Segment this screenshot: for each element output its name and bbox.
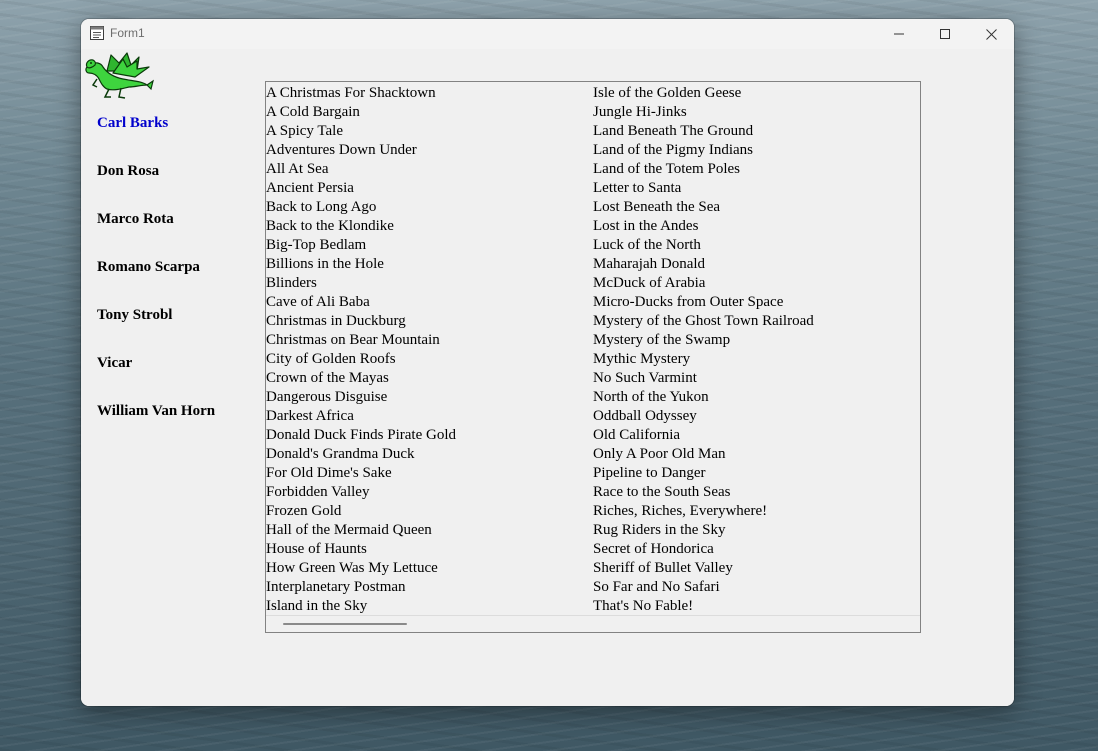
maximize-icon	[940, 29, 950, 39]
story-list-item[interactable]: Micro-Ducks from Outer Space	[593, 293, 920, 312]
minimize-icon	[894, 33, 904, 35]
author-link-carl-barks[interactable]: Carl Barks	[97, 114, 215, 162]
story-list-item[interactable]: Mystery of the Swamp	[593, 331, 920, 350]
story-list-item[interactable]: Donald Duck Finds Pirate Gold	[266, 426, 593, 445]
story-list-item[interactable]: Cave of Ali Baba	[266, 293, 593, 312]
author-link-romano-scarpa[interactable]: Romano Scarpa	[97, 258, 215, 306]
scrollbar-thumb[interactable]	[283, 623, 407, 625]
story-list-item[interactable]: Pipeline to Danger	[593, 464, 920, 483]
story-list-item[interactable]: Letter to Santa	[593, 179, 920, 198]
story-list-item[interactable]: Christmas on Bear Mountain	[266, 331, 593, 350]
story-list-item[interactable]: Billions in the Hole	[266, 255, 593, 274]
author-link-marco-rota[interactable]: Marco Rota	[97, 210, 215, 258]
story-list-item[interactable]: Back to the Klondike	[266, 217, 593, 236]
title-bar[interactable]: Form1	[81, 19, 1014, 49]
author-list: Carl Barks Don Rosa Marco Rota Romano Sc…	[97, 114, 215, 450]
story-list-item[interactable]: A Spicy Tale	[266, 122, 593, 141]
story-list-item[interactable]: Old California	[593, 426, 920, 445]
story-list-item[interactable]: Frozen Gold	[266, 502, 593, 521]
story-list-item[interactable]: Land Beneath The Ground	[593, 122, 920, 141]
story-list-item[interactable]: Island in the Sky	[266, 597, 593, 616]
author-link-william-van-horn[interactable]: William Van Horn	[97, 402, 215, 450]
story-list-item[interactable]: Isle of the Golden Geese	[593, 84, 920, 103]
story-column-2: Isle of the Golden Geese Jungle Hi-Jinks L…	[593, 84, 920, 616]
story-list-item[interactable]: Rug Riders in the Sky	[593, 521, 920, 540]
story-list-item[interactable]: Forbidden Valley	[266, 483, 593, 502]
story-list-item[interactable]: Interplanetary Postman	[266, 578, 593, 597]
window-title: Form1	[110, 26, 145, 40]
author-link-tony-strobl[interactable]: Tony Strobl	[97, 306, 215, 354]
story-list-item[interactable]: Only A Poor Old Man	[593, 445, 920, 464]
story-list-item[interactable]: Sheriff of Bullet Valley	[593, 559, 920, 578]
story-list-item[interactable]: No Such Varmint	[593, 369, 920, 388]
story-list-item[interactable]: Mythic Mystery	[593, 350, 920, 369]
story-list-item[interactable]: Oddball Odyssey	[593, 407, 920, 426]
story-list-item[interactable]: A Cold Bargain	[266, 103, 593, 122]
story-list-item[interactable]: City of Golden Roofs	[266, 350, 593, 369]
story-list-item[interactable]: Jungle Hi-Jinks	[593, 103, 920, 122]
story-list-item[interactable]: Mystery of the Ghost Town Railroad	[593, 312, 920, 331]
story-list-item[interactable]: Big-Top Bedlam	[266, 236, 593, 255]
close-icon	[985, 28, 997, 40]
story-list-item[interactable]: Riches, Riches, Everywhere!	[593, 502, 920, 521]
story-list-item[interactable]: Back to Long Ago	[266, 198, 593, 217]
story-column-1: A Christmas For Shacktown A Cold Bargain A…	[266, 84, 593, 616]
story-list-item[interactable]: So Far and No Safari	[593, 578, 920, 597]
story-listbox[interactable]: A Christmas For Shacktown A Cold Bargain A…	[265, 81, 921, 633]
author-link-vicar[interactable]: Vicar	[97, 354, 215, 402]
story-list-item[interactable]: Race to the South Seas	[593, 483, 920, 502]
maximize-button[interactable]	[922, 19, 968, 49]
story-list-item[interactable]: Luck of the North	[593, 236, 920, 255]
story-list-item[interactable]: Christmas in Duckburg	[266, 312, 593, 331]
story-list-item[interactable]: For Old Dime's Sake	[266, 464, 593, 483]
story-list-item[interactable]: Maharajah Donald	[593, 255, 920, 274]
story-list-item[interactable]: Lost Beneath the Sea	[593, 198, 920, 217]
story-list-item[interactable]: Dangerous Disguise	[266, 388, 593, 407]
form-window-icon	[89, 25, 105, 41]
story-list-item[interactable]: Land of the Totem Poles	[593, 160, 920, 179]
minimize-button[interactable]	[876, 19, 922, 49]
story-list-item[interactable]: Donald's Grandma Duck	[266, 445, 593, 464]
story-list-item[interactable]: Crown of the Mayas	[266, 369, 593, 388]
story-list-item[interactable]: A Christmas For Shacktown	[266, 84, 593, 103]
story-list-item[interactable]: All At Sea	[266, 160, 593, 179]
story-list-item[interactable]: How Green Was My Lettuce	[266, 559, 593, 578]
story-list-item[interactable]: That's No Fable!	[593, 597, 920, 616]
story-list-item[interactable]: Secret of Hondorica	[593, 540, 920, 559]
green-dragon-icon	[83, 51, 155, 103]
story-list-item[interactable]: Ancient Persia	[266, 179, 593, 198]
story-list-item[interactable]: House of Haunts	[266, 540, 593, 559]
story-list-item[interactable]: Lost in the Andes	[593, 217, 920, 236]
horizontal-scrollbar[interactable]	[266, 615, 920, 632]
form-client-area: Carl Barks Don Rosa Marco Rota Romano Sc…	[81, 49, 1014, 706]
close-button[interactable]	[968, 19, 1014, 49]
story-list-item[interactable]: Darkest Africa	[266, 407, 593, 426]
form1-window: Form1 Carl Barks Don Rosa Marco Rota Rom…	[81, 19, 1014, 706]
story-list-item[interactable]: Blinders	[266, 274, 593, 293]
story-list-item[interactable]: Land of the Pigmy Indians	[593, 141, 920, 160]
story-list-item[interactable]: North of the Yukon	[593, 388, 920, 407]
story-list-item[interactable]: McDuck of Arabia	[593, 274, 920, 293]
author-link-don-rosa[interactable]: Don Rosa	[97, 162, 215, 210]
story-list-item[interactable]: Adventures Down Under	[266, 141, 593, 160]
story-list-columns: A Christmas For Shacktown A Cold Bargain A…	[266, 84, 920, 616]
story-list-item[interactable]: Hall of the Mermaid Queen	[266, 521, 593, 540]
